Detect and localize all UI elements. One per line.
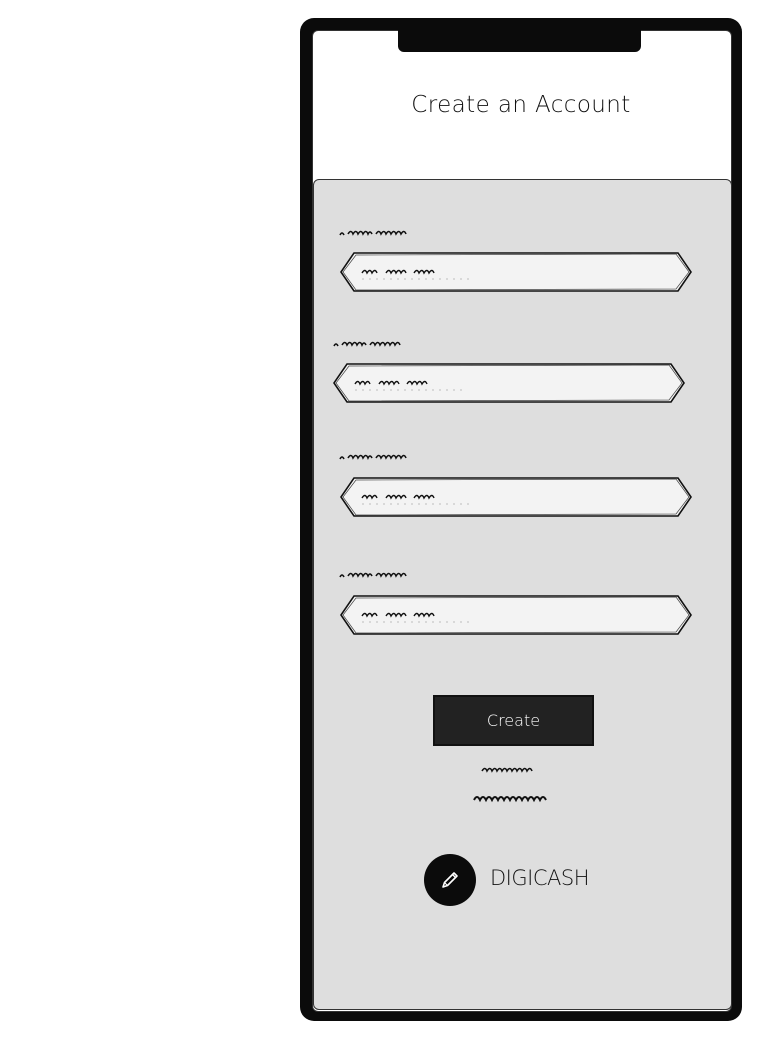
pencil-icon [442, 872, 458, 888]
field-input-3[interactable] [340, 477, 692, 517]
scribble-label-icon [339, 230, 407, 236]
create-button[interactable]: Create [433, 695, 594, 746]
link-1[interactable] [480, 762, 540, 781]
scribble-link-icon [473, 796, 547, 803]
scribble-placeholder-icon [361, 494, 470, 505]
scribble-label-icon [339, 572, 407, 578]
field-input-2[interactable] [333, 363, 685, 403]
phone-notch [398, 18, 641, 52]
scribble-label-icon [339, 454, 407, 460]
field-label-4 [338, 567, 468, 581]
link-2[interactable] [472, 790, 548, 810]
scribble-placeholder-icon [361, 269, 470, 280]
field-label-3 [338, 449, 468, 463]
field-input-4[interactable] [340, 595, 692, 635]
field-label-2 [332, 336, 462, 350]
page-title: Create an Account [411, 92, 631, 118]
scribble-link-icon [481, 767, 533, 773]
scribble-label-icon [333, 341, 401, 347]
field-label-1 [338, 225, 468, 239]
canvas: Create an Account Create DIGICASH [0, 0, 767, 1042]
brand-name: DIGICASH [490, 866, 589, 890]
scribble-placeholder-icon [361, 612, 470, 623]
field-input-1[interactable] [340, 252, 692, 292]
scribble-placeholder-icon [354, 380, 463, 391]
logo-badge [424, 854, 476, 906]
